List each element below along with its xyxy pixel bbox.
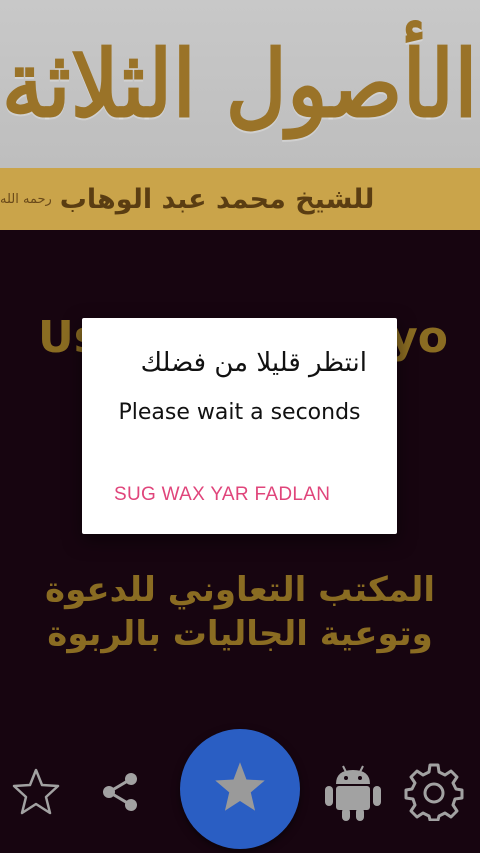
star-icon [212, 759, 268, 819]
author-note: رحمه الله [0, 191, 52, 207]
star-outline-icon[interactable] [10, 766, 62, 822]
dialog-message: Please wait a seconds [118, 400, 361, 425]
background-heading-right: yo [389, 312, 448, 363]
author-bar: للشيخ محمد عبد الوهاب رحمه الله [0, 168, 480, 230]
dialog-title: انتظر قليلا من فضلك [140, 348, 367, 378]
settings-gear-icon[interactable] [404, 761, 464, 825]
favorite-fab-button[interactable] [180, 729, 300, 849]
share-icon[interactable] [99, 770, 143, 818]
banner-title: الأصول الثلاثة [2, 30, 480, 138]
office-text: المكتب التعاوني للدعوة وتوعية الجاليات ب… [0, 568, 480, 656]
android-icon[interactable] [322, 762, 384, 826]
wait-dialog: انتظر قليلا من فضلك Please wait a second… [82, 318, 397, 534]
office-line-1: المكتب التعاوني للدعوة [45, 570, 435, 610]
header-banner: الأصول الثلاثة [0, 0, 480, 168]
author-name: للشيخ محمد عبد الوهاب [59, 183, 375, 215]
office-line-2: وتوعية الجاليات بالربوة [47, 614, 433, 654]
dialog-wait-button[interactable]: SUG WAX YAR FADLAN [114, 484, 330, 506]
